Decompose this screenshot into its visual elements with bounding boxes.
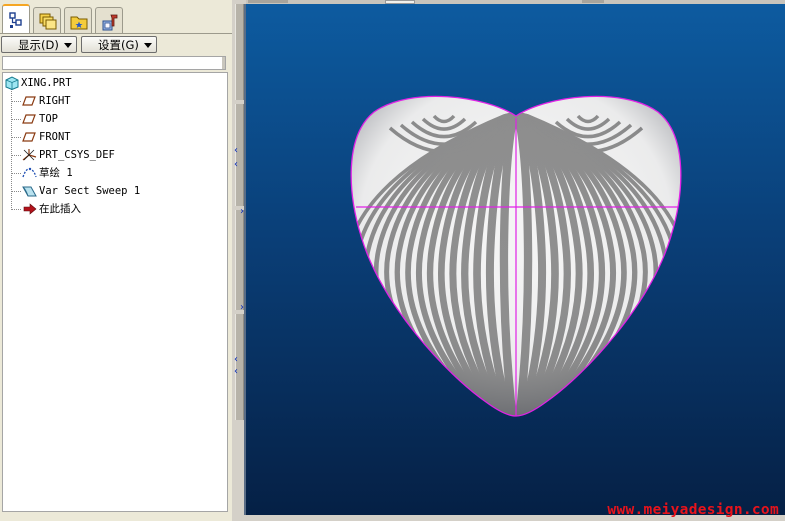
tools-icon [102,14,118,31]
tree-item-label: TOP [39,113,58,125]
chevron-down-icon [144,43,152,48]
chevron-left-icon[interactable]: ‹ [234,367,238,377]
tree-item-label: 草绘 1 [39,167,73,179]
splitter-handle[interactable] [235,210,244,310]
watermark-text: www.meiyadesign.com [607,502,779,518]
tree-connector [12,209,21,210]
tree-item-label: 在此插入 [39,203,81,215]
chevron-left-icon[interactable]: ‹ [234,355,238,365]
datum-plane-icon [22,132,36,142]
tree-filter-bar[interactable] [2,56,226,70]
datum-plane-icon [22,96,36,106]
layers-icon [39,13,57,30]
tree-connector [12,173,21,174]
chevron-left-icon[interactable]: ‹ [234,146,238,156]
tree-connector [12,191,21,192]
tab-folder-browser[interactable] [64,7,92,33]
navigator-tabs [0,4,232,34]
tab-tools[interactable] [95,7,123,33]
coordinate-system-icon [22,149,37,161]
tree-toolbar: 显示(D) 设置(G) [0,35,232,55]
settings-menu-button[interactable]: 设置(G) [81,36,157,53]
datum-plane-icon [22,114,36,124]
tree-item-label: RIGHT [39,95,71,107]
sweep-icon [22,186,37,197]
tree-connector [12,119,21,120]
tree-item-label: FRONT [39,131,71,143]
chevron-down-icon [64,43,72,48]
tree-item-label: PRT_CSYS_DEF [39,149,115,161]
splitter-handle[interactable] [235,4,244,100]
insert-here-arrow-icon [23,203,37,215]
sketch-icon [22,167,37,178]
tree-connector [12,137,21,138]
tree-item-label: XING.PRT [21,77,72,89]
part-icon [5,76,19,90]
tab-divider [0,33,232,34]
tree-item-label: Var Sect Sweep 1 [39,185,141,197]
tree-connector [12,155,21,156]
settings-menu-label: 设置(G) [98,38,139,52]
tree-connector [12,101,21,102]
graphics-viewport[interactable] [246,4,785,515]
filter-scroll-handle[interactable] [222,57,225,69]
model-tree-icon [9,12,22,28]
folder-star-icon [70,16,88,30]
display-menu-button[interactable]: 显示(D) [1,36,77,53]
display-menu-label: 显示(D) [18,38,59,52]
tab-model-tree[interactable] [2,4,30,34]
chevron-left-icon[interactable]: ‹ [234,160,238,170]
heart-model[interactable] [246,4,785,515]
tab-layers[interactable] [33,7,61,33]
